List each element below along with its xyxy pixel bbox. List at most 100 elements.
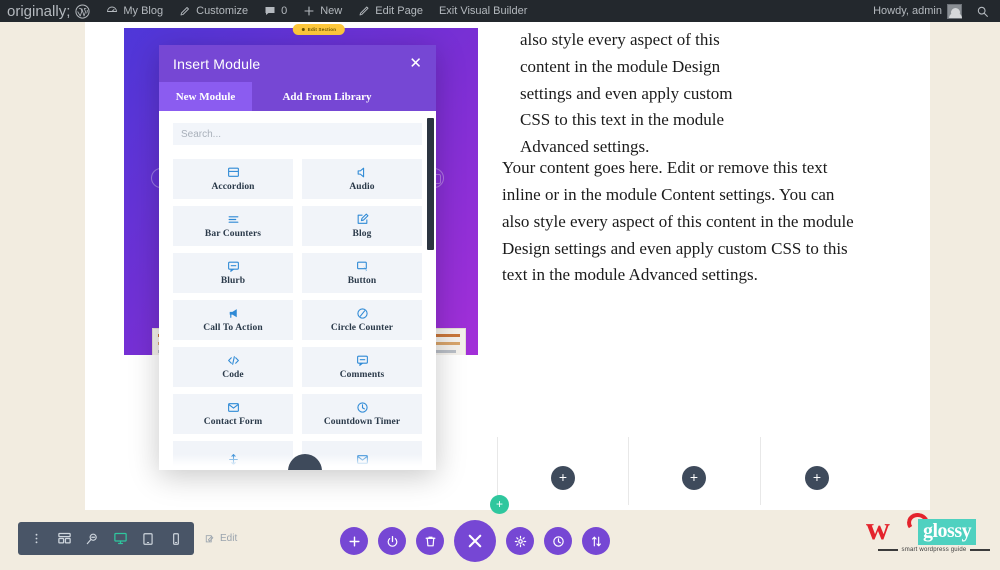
module-card-countdown-timer[interactable]: Countdown Timer [302, 394, 422, 434]
plus-icon [304, 6, 314, 16]
admin-bar-howdy-label: Howdy, admin [873, 5, 942, 17]
module-label: Countdown Timer [323, 417, 401, 427]
paragraph-top: module Content settings. You can also st… [520, 3, 749, 157]
screen-root: { "adminbar": { "logo_icon": "wordpress-… [0, 0, 1000, 570]
admin-bar-label-exit-visual-builder: Exit Visual Builder [438, 5, 528, 17]
zoom-out-icon[interactable] [78, 522, 106, 555]
module-label: Contact Form [203, 417, 263, 427]
admin-bar-item-customize[interactable]: Customize [171, 0, 256, 22]
logo-row: w glossy [864, 510, 992, 548]
add-button[interactable] [340, 527, 368, 555]
edit-hint-label: Edit [220, 533, 238, 544]
logo-tagline-row: smart wordpress guide [878, 547, 990, 553]
logo-rule-right [970, 549, 990, 551]
history-button[interactable] [544, 527, 572, 555]
module-card-contact-form[interactable]: Contact Form [173, 394, 293, 434]
envelope-icon [356, 453, 369, 466]
module-card-divider[interactable] [173, 441, 293, 470]
admin-bar-item-my-blog[interactable]: My Blog [98, 0, 171, 22]
trash-button[interactable] [416, 527, 444, 555]
admin-bar-label-my-blog: My Blog [123, 5, 164, 17]
admin-bar-item-comments[interactable]: 0 [256, 0, 295, 22]
modal-title: Insert Module [173, 55, 261, 72]
user-avatar-icon [947, 3, 962, 19]
edit-pencil-icon [205, 534, 214, 542]
admin-bar-label-edit-page: Edit Page [375, 5, 423, 17]
admin-bar-item-new[interactable]: New [295, 0, 350, 22]
code-brackets-icon [227, 354, 240, 367]
admin-bar-my-account[interactable]: Howdy, admin [865, 0, 970, 22]
module-label: Circle Counter [330, 323, 394, 333]
megaphone-icon [227, 307, 240, 320]
add-column-button[interactable]: + [805, 466, 829, 490]
circle-slash-icon [356, 307, 369, 320]
section-badge-label: Edit Section [307, 27, 337, 32]
module-card-comments[interactable]: Comments [302, 347, 422, 387]
phone-icon[interactable] [162, 522, 190, 555]
module-label: Call To Action [203, 323, 263, 333]
dashboard-icon [107, 6, 118, 12]
admin-bar-label-new: New [320, 5, 343, 17]
module-label: Accordion [211, 182, 255, 192]
accordion-icon [227, 166, 240, 179]
column-divider [760, 437, 761, 505]
section-badge[interactable]: Edit Section [292, 24, 346, 35]
add-column-button[interactable]: + [551, 466, 575, 490]
column-divider [628, 437, 629, 505]
modal-scrollbar[interactable] [427, 118, 434, 250]
paragraph-main: Your content goes here. Edit or remove t… [502, 158, 854, 285]
module-card-blurb[interactable]: Blurb [173, 253, 293, 293]
power-button[interactable] [378, 527, 406, 555]
comment-bubble-icon [265, 7, 275, 15]
admin-bar-label-customize: Customize [196, 5, 249, 17]
module-card-blog[interactable]: Blog [302, 206, 422, 246]
more-vertical-icon[interactable] [22, 522, 50, 555]
admin-bar-label-comment-count: 0 [281, 5, 288, 17]
admin-bar-wp-logo[interactable]: originally; [0, 0, 98, 22]
wp-admin-bar: originally; My Blog Customize 0 New Edit… [0, 0, 1000, 22]
admin-bar-item-exit-visual-builder[interactable]: Exit Visual Builder [431, 0, 535, 22]
close-builder-button[interactable] [454, 520, 496, 562]
sort-arrows-button[interactable] [582, 527, 610, 555]
desktop-icon[interactable] [106, 522, 134, 555]
module-card-accordion[interactable]: Accordion [173, 159, 293, 199]
module-label: Bar Counters [204, 229, 262, 239]
speech-bubble-icon [227, 260, 240, 273]
module-card-circle-counter[interactable]: Circle Counter [302, 300, 422, 340]
edit-hint[interactable]: Edit [205, 533, 237, 544]
module-card-call-to-action[interactable]: Call To Action [173, 300, 293, 340]
module-label: Code [222, 370, 244, 380]
cursor-click-icon [356, 260, 369, 273]
tab-add-from-library[interactable]: Add From Library [252, 82, 402, 111]
tablet-icon[interactable] [134, 522, 162, 555]
wireframe-grid-icon[interactable] [50, 522, 78, 555]
module-card-audio[interactable]: Audio [302, 159, 422, 199]
close-icon[interactable]: ✕ [409, 56, 422, 71]
modal-tab-bar: New Module Add From Library [159, 82, 436, 111]
logo-mark: w [866, 511, 890, 547]
search-input[interactable] [173, 123, 422, 145]
module-label: Button [347, 276, 377, 286]
module-card-bar-counters[interactable]: Bar Counters [173, 206, 293, 246]
column-insert-row: + + + [497, 437, 917, 509]
module-card-button[interactable]: Button [302, 253, 422, 293]
insert-module-modal: Insert Module ✕ New Module Add From Libr… [159, 45, 436, 470]
tab-new-module[interactable]: New Module [159, 82, 252, 111]
viewport-toolbar [18, 522, 194, 555]
add-section-badge[interactable]: + [490, 495, 509, 514]
module-card-code[interactable]: Code [173, 347, 293, 387]
wpglossy-logo: w glossy smart wordpress guide [864, 510, 992, 562]
admin-bar-search-button[interactable] [970, 0, 1000, 22]
logo-rule-left [878, 549, 898, 551]
module-label: Blurb [220, 276, 246, 286]
modal-body: Accordion Audio Bar Counters Blog [159, 111, 436, 470]
module-label: Blog [352, 229, 372, 239]
section-badge-dot-icon [301, 28, 305, 31]
module-grid: Accordion Audio Bar Counters Blog Blurb … [173, 159, 422, 470]
add-column-button[interactable]: + [682, 466, 706, 490]
module-label: Audio [349, 182, 375, 192]
settings-gear-button[interactable] [506, 527, 534, 555]
envelope-icon [227, 401, 240, 414]
module-label: Comments [339, 370, 385, 380]
admin-bar-item-edit-page[interactable]: Edit Page [350, 0, 431, 22]
